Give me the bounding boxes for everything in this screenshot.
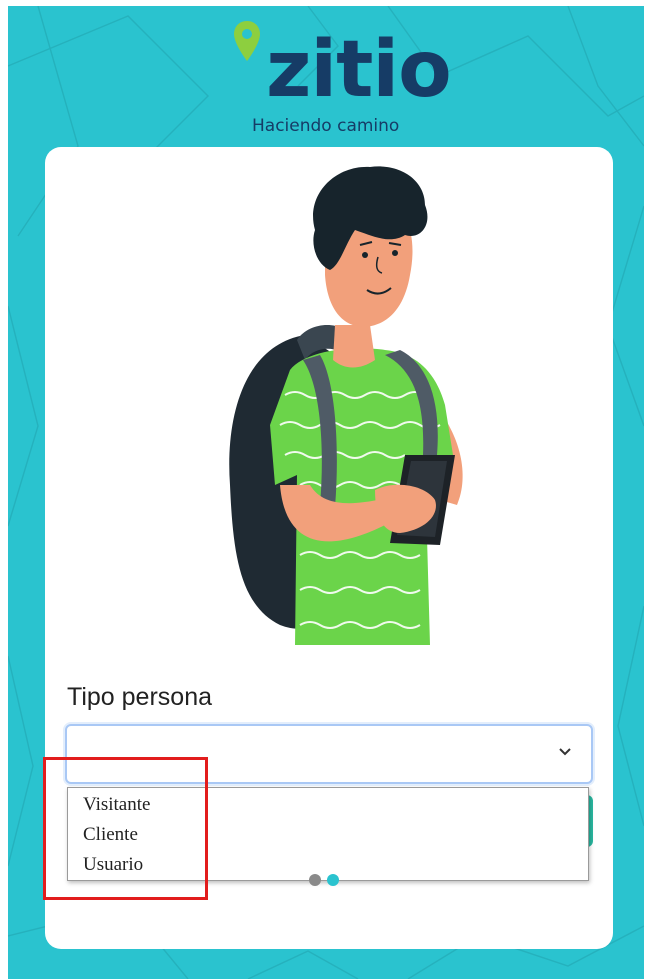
chevron-down-icon[interactable] — [557, 744, 573, 760]
pagination-dots — [309, 874, 349, 886]
zitio-logo: zitio Haciendo camino — [8, 6, 644, 146]
pagination-dot-1[interactable] — [309, 874, 321, 886]
pagination-dot-2[interactable] — [327, 874, 339, 886]
annotation-highlight-box — [43, 757, 208, 900]
tipo-persona-label: Tipo persona — [67, 683, 212, 711]
location-pin-icon — [234, 21, 260, 61]
logo-wordmark: zitio — [266, 25, 452, 115]
logo-tagline: Haciendo camino — [252, 116, 400, 136]
person-with-backpack-and-phone-illustration — [229, 166, 463, 645]
